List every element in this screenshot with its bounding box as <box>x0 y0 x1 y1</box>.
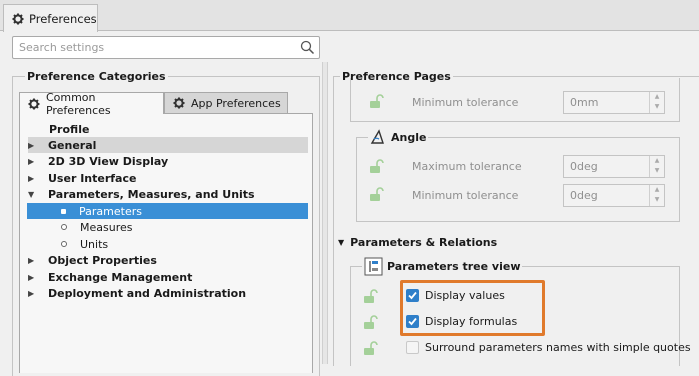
expand-arrow-icon[interactable]: ▶ <box>28 273 38 282</box>
search-input[interactable] <box>13 37 293 58</box>
tree-item-deployment-administration[interactable]: ▶ Deployment and Administration <box>28 285 246 301</box>
preferences-window-tab[interactable]: Preferences <box>3 4 98 32</box>
tree-item-user-interface[interactable]: ▶ User Interface <box>28 170 136 186</box>
maximum-angle-tolerance-spinbox[interactable]: 0deg ▲ ▼ <box>563 155 665 178</box>
tree-item-parameters[interactable]: Parameters <box>27 203 308 219</box>
expand-arrow-icon[interactable]: ▶ <box>28 174 38 183</box>
lock-icon[interactable] <box>362 288 378 304</box>
leaf-bullet-icon <box>61 208 66 214</box>
tree-item-label: 2D 3D View Display <box>48 154 169 168</box>
tree-view-title-text: Parameters tree view <box>387 260 521 273</box>
window-tab-strip <box>0 0 699 31</box>
spin-down-icon[interactable]: ▼ <box>650 166 664 176</box>
highlight-box <box>400 280 545 336</box>
tree-item-label: Measures <box>80 220 133 234</box>
gear-icon <box>28 98 40 109</box>
window-tab-label: Preferences <box>29 11 97 26</box>
maximum-tolerance-label: Maximum tolerance <box>412 160 522 173</box>
tree-item-label: Profile <box>49 122 90 136</box>
parameters-relations-section-header[interactable]: ▼ Parameters & Relations <box>338 236 497 249</box>
leaf-bullet-icon <box>61 241 67 247</box>
spinbox-value: 0deg <box>570 189 598 202</box>
tree-item-label: Object Properties <box>48 253 157 267</box>
lock-icon[interactable] <box>368 186 384 202</box>
tree-item-measures[interactable]: Measures <box>61 219 132 235</box>
collapse-arrow-icon[interactable]: ▼ <box>338 238 344 247</box>
angle-group <box>356 137 680 222</box>
spin-down-icon[interactable]: ▼ <box>650 195 664 205</box>
tree-item-label: Parameters <box>79 204 142 218</box>
expand-arrow-icon[interactable]: ▶ <box>28 289 38 298</box>
tab-common-preferences-label: Common Preferences <box>45 90 111 117</box>
spin-up-icon[interactable]: ▲ <box>650 92 664 102</box>
tree-item-label: Deployment and Administration <box>48 286 247 300</box>
lock-icon[interactable] <box>362 314 378 330</box>
lock-icon[interactable] <box>368 93 384 109</box>
angle-icon <box>370 129 384 144</box>
expand-arrow-icon[interactable]: ▶ <box>28 157 38 166</box>
leaf-bullet-icon <box>61 224 67 230</box>
section-title: Parameters & Relations <box>350 236 498 249</box>
minimum-tolerance-angle-label: Minimum tolerance <box>412 189 519 202</box>
spin-up-icon[interactable]: ▲ <box>650 156 664 166</box>
tree-item-label: Parameters, Measures, and Units <box>48 187 255 201</box>
expand-arrow-icon[interactable]: ▶ <box>28 256 38 265</box>
tree-item-label: General <box>48 138 97 152</box>
tree-view-icon <box>364 257 383 276</box>
surround-quotes-option[interactable]: Surround parameters names with simple qu… <box>406 341 691 354</box>
tree-item-exchange-management[interactable]: ▶ Exchange Management <box>28 269 192 285</box>
minimum-angle-tolerance-spinbox[interactable]: 0deg ▲ ▼ <box>563 184 665 207</box>
tree-item-label: Units <box>80 237 109 251</box>
angle-title-text: Angle <box>391 130 427 144</box>
tab-common-preferences[interactable]: Common Preferences <box>19 90 164 117</box>
surround-quotes-checkbox[interactable] <box>406 341 419 354</box>
angle-group-title: Angle <box>368 129 429 145</box>
spinbox-value: 0mm <box>570 96 599 109</box>
tree-item-profile[interactable]: Profile <box>49 121 89 137</box>
tree-item-label: User Interface <box>48 171 137 185</box>
tree-item-object-properties[interactable]: ▶ Object Properties <box>28 252 157 268</box>
parameters-tree-view-title: Parameters tree view <box>362 257 523 276</box>
collapse-arrow-icon[interactable]: ▼ <box>28 190 38 199</box>
lock-icon[interactable] <box>362 340 378 356</box>
tree-item-units[interactable]: Units <box>61 236 108 252</box>
tab-app-preferences-label: App Preferences <box>191 96 281 110</box>
spinbox-value: 0deg <box>570 160 598 173</box>
expand-arrow-icon[interactable]: ▶ <box>28 141 38 150</box>
gear-icon <box>173 97 185 109</box>
lock-icon[interactable] <box>368 158 384 174</box>
search-box[interactable] <box>12 36 320 59</box>
surround-quotes-label: Surround parameters names with simple qu… <box>425 341 691 354</box>
tab-app-preferences[interactable]: App Preferences <box>164 92 288 113</box>
spin-up-icon[interactable]: ▲ <box>650 185 664 195</box>
preference-categories-title: Preference Categories <box>25 70 168 83</box>
category-tree: Profile ▶ General ▶ 2D 3D View Display ▶… <box>19 113 313 373</box>
search-icon[interactable] <box>300 40 315 55</box>
tree-item-2d-3d-view-display[interactable]: ▶ 2D 3D View Display <box>28 153 168 169</box>
panel-splitter[interactable] <box>322 62 328 364</box>
gear-icon <box>12 13 24 24</box>
tree-item-parameters-measures-units[interactable]: ▼ Parameters, Measures, and Units <box>28 186 255 202</box>
spin-down-icon[interactable]: ▼ <box>650 102 664 112</box>
tree-item-label: Exchange Management <box>48 270 193 284</box>
minimum-tolerance-label: Minimum tolerance <box>412 96 519 109</box>
tree-item-general[interactable]: ▶ General <box>28 137 308 153</box>
minimum-tolerance-spinbox[interactable]: 0mm ▲ ▼ <box>563 91 665 114</box>
